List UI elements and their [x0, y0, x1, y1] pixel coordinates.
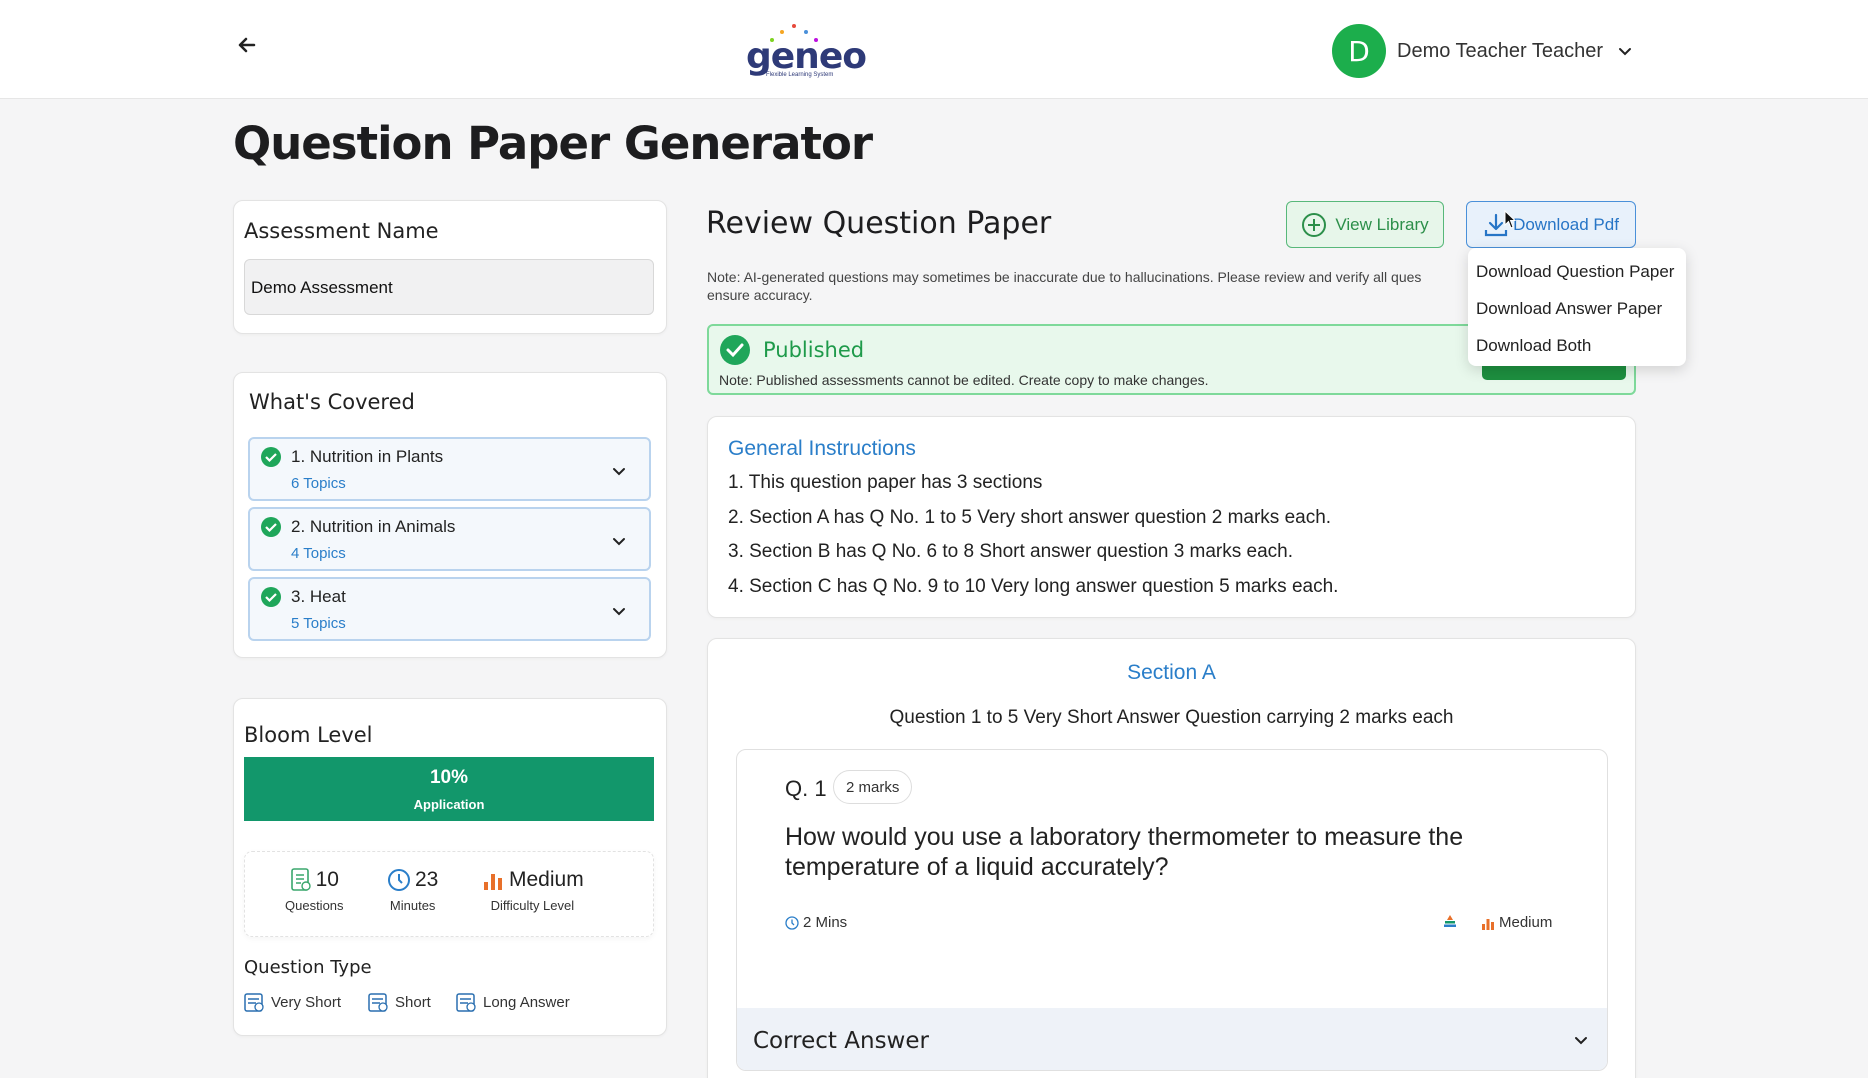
- download-dropdown-menu: Download Question Paper Download Answer …: [1468, 248, 1686, 366]
- question-type-label: Very Short: [271, 993, 342, 1011]
- chapter-name: 1. Nutrition in Plants: [291, 447, 444, 466]
- general-instructions-card: General Instructions 1. This question pa…: [707, 416, 1636, 618]
- bloom-level-bar[interactable]: 10% Application: [244, 757, 654, 821]
- stat-minutes: 23 Minutes: [387, 868, 438, 913]
- question-type-label: Long Answer: [483, 993, 570, 1011]
- question-number: Q. 1: [785, 776, 827, 801]
- check-circle-icon: [720, 335, 750, 365]
- marks-badge: 2 marks: [833, 770, 913, 804]
- document-icon: [290, 868, 311, 891]
- chapter-item-3[interactable]: 3. Heat 5 Topics: [248, 577, 651, 641]
- section-a-card: Section A Question 1 to 5 Very Short Ans…: [707, 638, 1636, 1078]
- minutes-count: 23: [415, 868, 439, 891]
- logo-text: geneo: [746, 36, 867, 77]
- question-type-very-short[interactable]: Very Short: [244, 991, 341, 1013]
- back-arrow-icon[interactable]: [232, 30, 262, 60]
- chapter-name: 2. Nutrition in Animals: [291, 517, 456, 536]
- user-menu[interactable]: D Demo Teacher Teacher: [1332, 24, 1633, 78]
- assessment-name-card: Assessment Name Demo Assessment: [233, 200, 667, 334]
- questions-count: 10: [315, 868, 339, 891]
- correct-answer-label: Correct Answer: [753, 1028, 929, 1054]
- chevron-down-icon: [1619, 48, 1632, 56]
- whats-covered-card: What's Covered 1. Nutrition in Plants 6 …: [233, 372, 667, 658]
- chapter-item-2[interactable]: 2. Nutrition in Animals 4 Topics: [248, 507, 651, 571]
- published-note: Note: Published assessments cannot be ed…: [719, 372, 1209, 388]
- check-circle-icon: [261, 447, 281, 467]
- chapter-topics-link[interactable]: 6 Topics: [291, 475, 346, 492]
- chevron-down-icon: [1575, 1037, 1587, 1045]
- download-pdf-button[interactable]: Download Pdf: [1466, 201, 1636, 248]
- correct-answer-toggle[interactable]: Correct Answer: [737, 1008, 1607, 1070]
- published-title: Published: [763, 338, 865, 362]
- clock-icon: [785, 915, 799, 930]
- chapter-topics-link[interactable]: 4 Topics: [291, 545, 346, 562]
- minutes-label: Minutes: [389, 898, 436, 913]
- question-difficulty: Medium: [1481, 914, 1552, 931]
- ai-note-line-2: ensure accuracy.: [707, 287, 813, 303]
- section-title: Section A: [1127, 661, 1216, 684]
- questions-label: Questions: [285, 898, 344, 913]
- question-type-icon: [456, 993, 476, 1012]
- assessment-name-input[interactable]: Demo Assessment: [244, 259, 654, 315]
- mouse-cursor-icon: [1504, 210, 1517, 229]
- question-type-icon: [244, 993, 264, 1012]
- question-text: How would you use a laboratory thermomet…: [785, 823, 1464, 881]
- assessment-name-title: Assessment Name: [244, 219, 439, 243]
- instruction-line: 1. This question paper has 3 sections: [728, 472, 1043, 493]
- plus-circle-icon: [1302, 212, 1327, 237]
- download-pdf-label: Download Pdf: [1513, 214, 1619, 234]
- instructions-title: General Instructions: [728, 437, 916, 460]
- avatar: D: [1332, 24, 1386, 78]
- question-time: 2 Mins: [785, 914, 847, 931]
- question-type-icon: [368, 993, 388, 1012]
- view-library-label: View Library: [1335, 214, 1429, 234]
- chapter-name: 3. Heat: [291, 587, 346, 606]
- question-time-value: 2 Mins: [803, 914, 848, 931]
- section-subtitle: Question 1 to 5 Very Short Answer Questi…: [889, 707, 1454, 728]
- stat-difficulty: Medium Difficulty Level: [481, 868, 584, 913]
- chapter-topics-link[interactable]: 5 Topics: [291, 615, 346, 632]
- logo-tagline: Flexible Learning System: [766, 72, 834, 78]
- ai-note: Note: AI-generated questions may sometim…: [707, 268, 1467, 304]
- instruction-line: 3. Section B has Q No. 6 to 8 Short answ…: [728, 541, 1294, 562]
- clock-icon: [388, 869, 410, 891]
- user-name: Demo Teacher Teacher: [1397, 39, 1604, 62]
- bloom-percent: 10%: [429, 767, 469, 788]
- question-difficulty-value: Medium: [1499, 914, 1553, 931]
- menu-item-download-answer-paper[interactable]: Download Answer Paper: [1476, 299, 1662, 319]
- stat-questions: 10 Questions: [285, 868, 344, 913]
- chevron-down-icon[interactable]: [611, 463, 627, 479]
- menu-item-download-both[interactable]: Download Both: [1476, 336, 1591, 356]
- ai-note-line-1: Note: AI-generated questions may sometim…: [707, 269, 1422, 285]
- stats-box: 10 Questions 23 Minutes Medium Difficult…: [244, 851, 654, 937]
- bar-chart-icon: [1482, 918, 1494, 930]
- bloom-level-name: Application: [413, 797, 485, 812]
- top-bar: geneo Flexible Learning System D Demo Te…: [0, 0, 1868, 99]
- check-circle-icon: [261, 517, 281, 537]
- question-type-short[interactable]: Short: [368, 991, 431, 1013]
- geneo-logo[interactable]: geneo Flexible Learning System: [740, 20, 867, 82]
- question-type-label: Short: [395, 993, 431, 1011]
- view-library-button[interactable]: View Library: [1286, 201, 1444, 248]
- page-title: Question Paper Generator: [233, 117, 873, 170]
- difficulty-value: Medium: [509, 868, 584, 891]
- menu-item-download-question-paper[interactable]: Download Question Paper: [1476, 262, 1674, 282]
- chevron-down-icon[interactable]: [611, 533, 627, 549]
- review-title: Review Question Paper: [706, 206, 1052, 241]
- chapter-item-1[interactable]: 1. Nutrition in Plants 6 Topics: [248, 437, 651, 501]
- question-type-long-answer[interactable]: Long Answer: [456, 991, 570, 1013]
- whats-covered-title: What's Covered: [249, 390, 415, 414]
- bar-chart-icon: [484, 874, 502, 890]
- question-type-title: Question Type: [244, 957, 372, 978]
- bloom-level-title: Bloom Level: [244, 723, 373, 747]
- check-circle-icon: [261, 587, 281, 607]
- instruction-line: 4. Section C has Q No. 9 to 10 Very long…: [728, 576, 1339, 597]
- instruction-line: 2. Section A has Q No. 1 to 5 Very short…: [728, 507, 1332, 528]
- question-card: Q. 1 2 marks How would you use a laborat…: [736, 749, 1608, 1071]
- chevron-down-icon[interactable]: [611, 603, 627, 619]
- bloom-level-card: Bloom Level 10% Application 10 Questions…: [233, 698, 667, 1036]
- bloom-pyramid-icon: [1444, 915, 1456, 927]
- difficulty-label: Difficulty Level: [490, 898, 575, 913]
